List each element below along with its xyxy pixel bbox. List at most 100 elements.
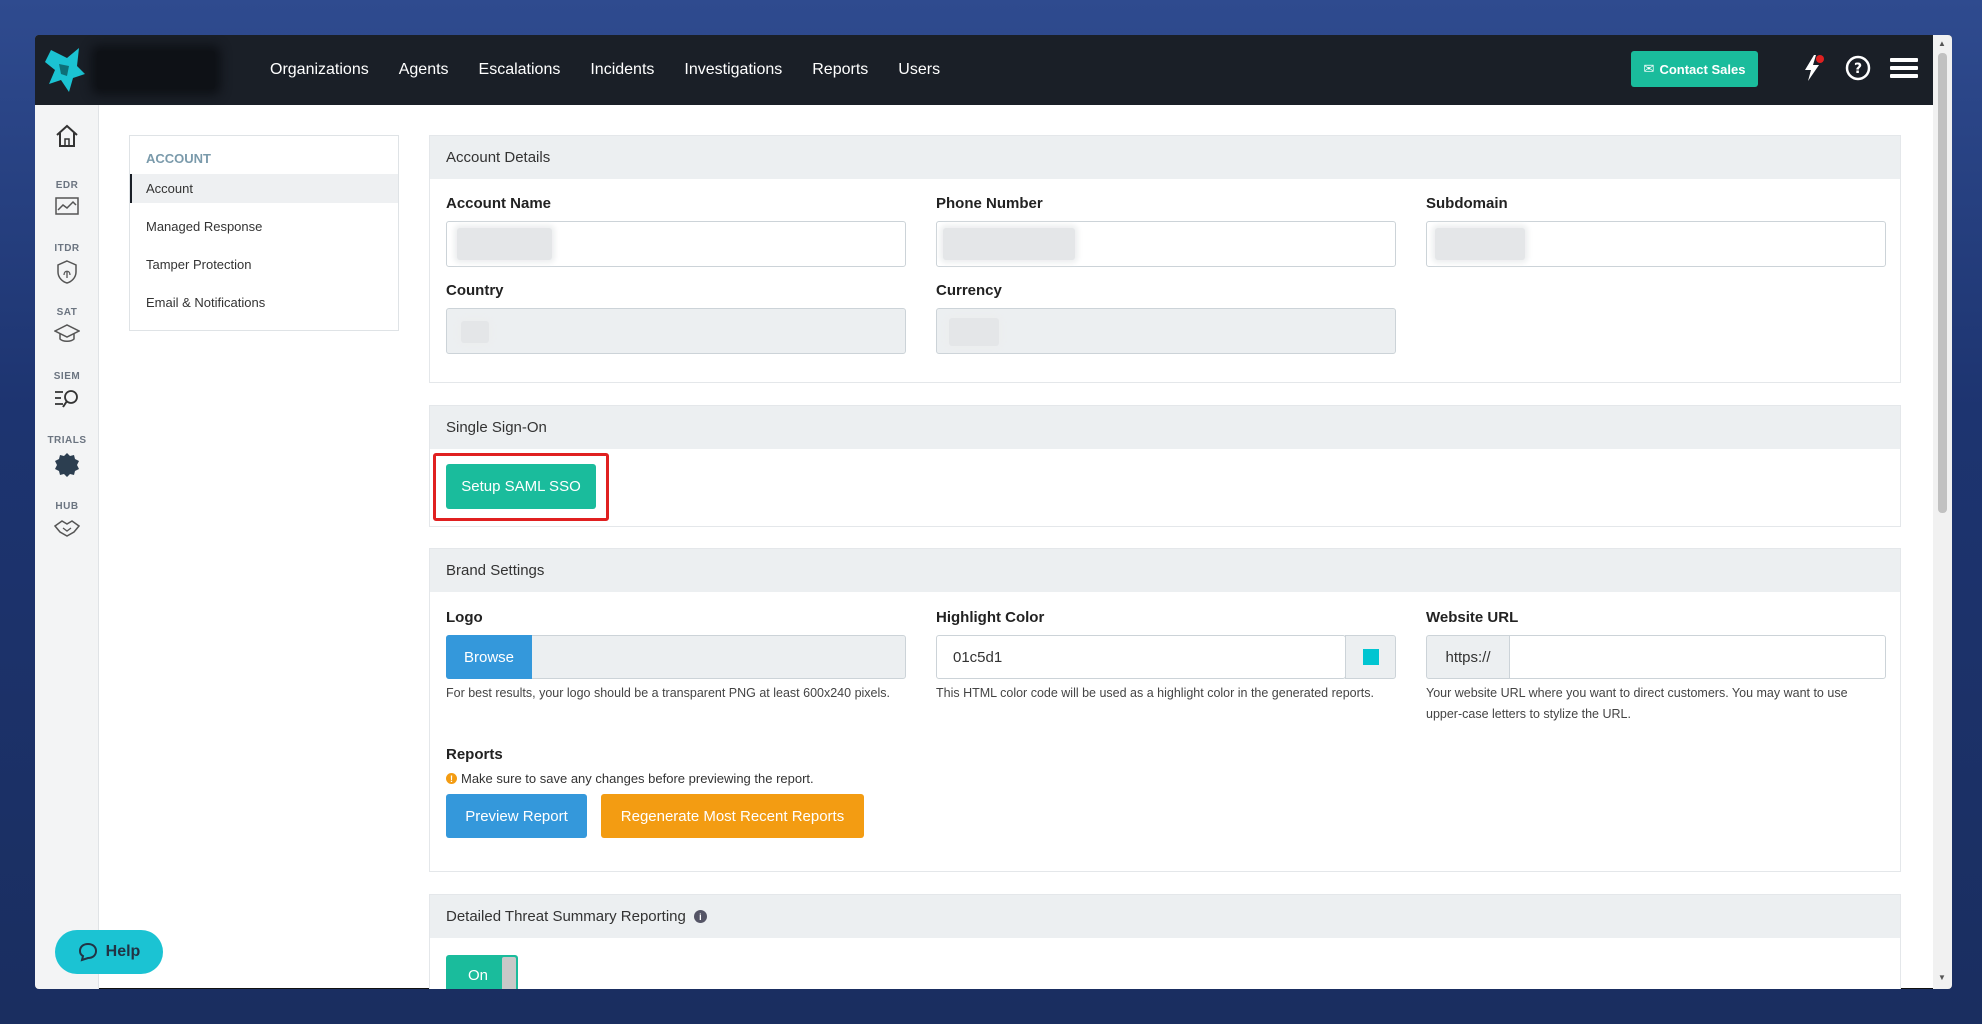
nav-agents[interactable]: Agents — [399, 61, 449, 79]
account-details-panel: Account Details Account Name Phone Numbe… — [429, 135, 1901, 383]
page-scrollbar[interactable]: ▲ ▼ — [1933, 35, 1952, 989]
currency-select[interactable] — [936, 308, 1396, 354]
sidebar-item-hub[interactable]: HUB — [35, 501, 99, 538]
threat-summary-header: Detailed Threat Summary Reporting i — [430, 895, 1900, 938]
help-button[interactable]: ? — [1843, 53, 1873, 83]
brand-logo[interactable] — [35, 35, 95, 105]
hawk-logo-icon — [45, 48, 85, 92]
chat-bubble-icon — [78, 942, 97, 962]
badge-icon — [55, 453, 79, 477]
scroll-down-arrow-icon[interactable]: ▼ — [1938, 973, 1946, 982]
chart-icon — [55, 197, 79, 215]
sidebar-label: SAT — [56, 307, 78, 318]
nav-incidents[interactable]: Incidents — [590, 61, 654, 79]
website-help-text: Your website URL where you want to direc… — [1426, 686, 1848, 721]
help-label: Help — [105, 943, 141, 960]
sidebar-item-edr[interactable]: EDR — [35, 180, 99, 217]
website-url-input[interactable] — [1509, 635, 1886, 679]
subdomain-label: Subdomain — [1426, 195, 1508, 212]
product-sidebar: EDR ITDR SAT SIEM TRIALS HUB — [35, 105, 99, 989]
sso-title: Single Sign-On — [430, 406, 1900, 449]
menu-item-email-notifications[interactable]: Email & Notifications — [130, 288, 398, 317]
redacted-value — [949, 318, 999, 346]
threat-summary-panel: Detailed Threat Summary Reporting i On — [429, 894, 1901, 989]
fingerprint-shield-icon — [57, 260, 77, 284]
account-menu-header: ACCOUNT — [146, 151, 211, 166]
question-circle-icon: ? — [1845, 55, 1871, 81]
color-swatch-button[interactable] — [1345, 635, 1396, 679]
website-url-label: Website URL — [1426, 609, 1519, 626]
menu-item-tamper-protection[interactable]: Tamper Protection — [130, 250, 398, 279]
currency-label: Currency — [936, 282, 1002, 299]
logo-label: Logo — [446, 609, 483, 626]
top-icons: ? — [1797, 53, 1919, 83]
website-prefix: https:// — [1426, 635, 1510, 679]
search-list-icon — [55, 390, 78, 408]
sidebar-item-home[interactable] — [35, 123, 99, 149]
redacted-value — [461, 321, 489, 343]
sso-panel: Single Sign-On Setup SAML SSO — [429, 405, 1901, 527]
color-swatch — [1362, 649, 1379, 665]
sidebar-label: HUB — [55, 501, 79, 512]
highlight-help-text: This HTML color code will be used as a h… — [936, 686, 1374, 700]
country-select[interactable] — [446, 308, 906, 354]
threat-summary-toggle[interactable]: On — [446, 955, 518, 989]
envelope-icon: ✉ — [1643, 61, 1655, 76]
info-icon[interactable]: i — [693, 910, 707, 923]
account-name-label: Account Name — [446, 195, 552, 212]
reports-note-text: Make sure to save any changes before pre… — [461, 771, 814, 786]
organization-name-redacted — [97, 51, 215, 89]
account-details-title: Account Details — [430, 136, 1900, 179]
top-navbar: Organizations Agents Escalations Inciden… — [35, 35, 1933, 105]
highlight-color-label: Highlight Color — [936, 609, 1045, 626]
account-name-input[interactable] — [446, 221, 906, 267]
preview-report-button[interactable]: Preview Report — [446, 794, 587, 838]
bolt-notifications-button[interactable] — [1797, 53, 1827, 83]
svg-text:?: ? — [1854, 61, 1862, 77]
home-icon — [56, 124, 78, 147]
sidebar-item-trials[interactable]: TRIALS — [35, 435, 99, 478]
scrollbar-thumb[interactable] — [1938, 53, 1947, 513]
redacted-value — [943, 228, 1075, 260]
nav-investigations[interactable]: Investigations — [684, 61, 782, 79]
menu-item-account[interactable]: Account — [130, 174, 398, 203]
sidebar-label: EDR — [55, 180, 79, 191]
notification-dot — [1816, 55, 1824, 63]
sidebar-item-itdr[interactable]: ITDR — [35, 243, 99, 284]
nav-escalations[interactable]: Escalations — [479, 61, 561, 79]
sidebar-label: TRIALS — [47, 435, 87, 446]
sidebar-label: ITDR — [54, 243, 80, 254]
scroll-up-arrow-icon[interactable]: ▲ — [1938, 39, 1946, 48]
browse-button[interactable]: Browse — [446, 635, 532, 679]
nav-reports[interactable]: Reports — [812, 61, 868, 79]
contact-sales-label: Contact Sales — [1659, 61, 1746, 77]
help-chat-button[interactable]: Help — [55, 930, 163, 974]
brand-settings-panel: Brand Settings Logo Browse For best resu… — [429, 548, 1901, 872]
redacted-value — [1435, 228, 1525, 260]
sidebar-item-sat[interactable]: SAT — [35, 307, 99, 344]
handshake-icon — [54, 520, 80, 537]
contact-sales-button[interactable]: ✉ Contact Sales — [1631, 51, 1758, 87]
phone-number-input[interactable] — [936, 221, 1396, 267]
regenerate-reports-button[interactable]: Regenerate Most Recent Reports — [601, 794, 864, 838]
app-window: Organizations Agents Escalations Inciden… — [35, 35, 1952, 989]
nav-users[interactable]: Users — [898, 61, 940, 79]
sidebar-item-siem[interactable]: SIEM — [35, 371, 99, 410]
menu-item-managed-response[interactable]: Managed Response — [130, 212, 398, 241]
redacted-value — [457, 228, 552, 260]
threat-summary-title: Detailed Threat Summary Reporting — [446, 908, 686, 925]
highlight-color-input[interactable]: 01c5d1 — [936, 635, 1346, 679]
subdomain-input[interactable] — [1426, 221, 1886, 267]
setup-saml-sso-button[interactable]: Setup SAML SSO — [446, 464, 596, 509]
account-menu: ACCOUNT Account Managed Response Tamper … — [129, 135, 399, 331]
country-label: Country — [446, 282, 504, 299]
toggle-handle — [502, 957, 516, 989]
nav-organizations[interactable]: Organizations — [270, 61, 369, 79]
warning-icon: ! — [446, 773, 457, 784]
reports-label: Reports — [446, 746, 503, 763]
main-nav: Organizations Agents Escalations Inciden… — [270, 61, 970, 79]
reports-note: ! Make sure to save any changes before p… — [446, 771, 814, 786]
menu-button[interactable] — [1889, 53, 1919, 83]
logo-help-text: For best results, your logo should be a … — [446, 686, 890, 700]
brand-settings-title: Brand Settings — [430, 549, 1900, 592]
